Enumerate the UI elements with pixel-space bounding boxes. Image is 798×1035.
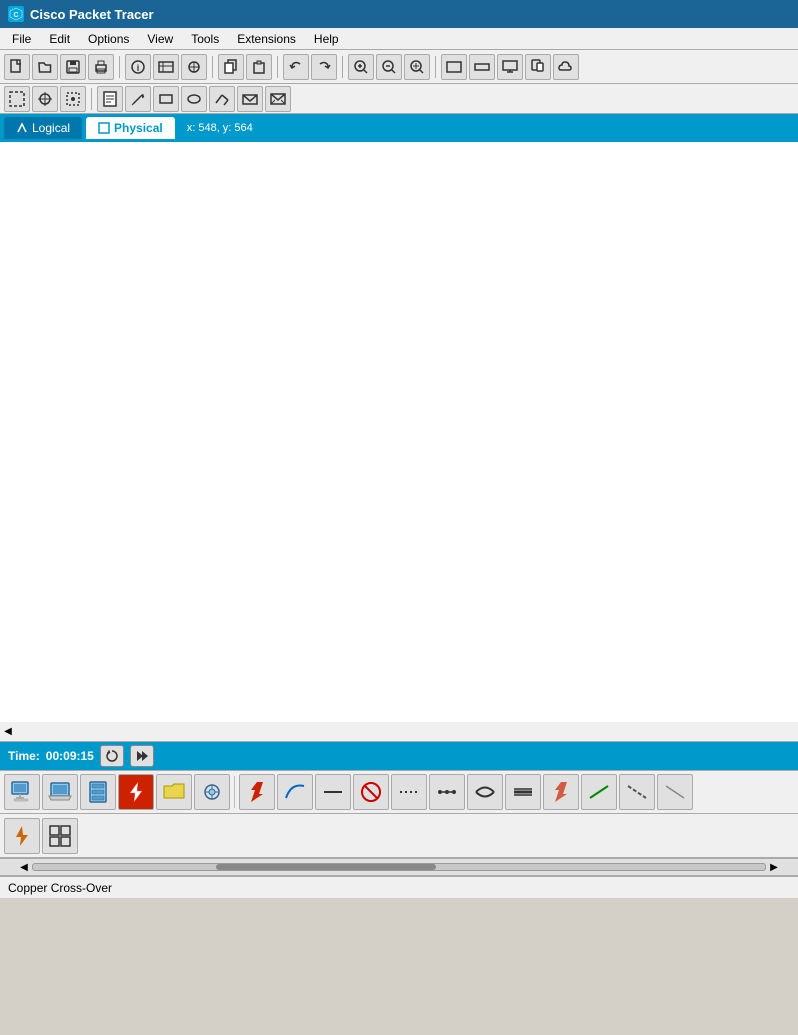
rect-draw-btn[interactable] xyxy=(153,86,179,112)
info-button[interactable]: i xyxy=(125,54,151,80)
envelope-btn[interactable] xyxy=(265,86,291,112)
toolbar2 xyxy=(0,84,798,114)
menu-tools[interactable]: Tools xyxy=(183,30,227,48)
canvas-scroll-area: ◀ xyxy=(0,722,798,742)
select-btn[interactable] xyxy=(4,86,30,112)
scroll-left-arrow[interactable]: ◀ xyxy=(0,724,16,740)
save-button[interactable] xyxy=(60,54,86,80)
ellipse-btn[interactable] xyxy=(181,86,207,112)
svg-text:i: i xyxy=(137,63,140,73)
menu-help[interactable]: Help xyxy=(306,30,347,48)
toolbar1: i xyxy=(0,50,798,84)
menu-edit[interactable]: Edit xyxy=(41,30,78,48)
hscroll-right[interactable]: ▶ xyxy=(766,859,782,875)
custom1-button[interactable] xyxy=(153,54,179,80)
status-label: Copper Cross-Over xyxy=(8,881,112,895)
rect-btn[interactable] xyxy=(441,54,467,80)
device-server-btn[interactable] xyxy=(80,774,116,810)
cable-stop-btn[interactable] xyxy=(353,774,389,810)
cable-toolbar xyxy=(0,770,798,814)
mail-btn[interactable] xyxy=(237,86,263,112)
poly-btn[interactable] xyxy=(209,86,235,112)
note-btn[interactable] xyxy=(97,86,123,112)
sep1 xyxy=(119,56,120,78)
paste-button[interactable] xyxy=(246,54,272,80)
monitor2-btn[interactable] xyxy=(525,54,551,80)
cable-fiber-btn[interactable] xyxy=(543,774,579,810)
cable-dotted-btn[interactable] xyxy=(391,774,427,810)
area-select-btn[interactable] xyxy=(60,86,86,112)
cable-curve-btn[interactable] xyxy=(277,774,313,810)
app-title: Cisco Packet Tracer xyxy=(30,7,154,22)
rect2-btn[interactable] xyxy=(469,54,495,80)
palette-grid[interactable] xyxy=(42,818,78,854)
time-label: Time: xyxy=(8,749,40,763)
cloud-btn[interactable] xyxy=(553,54,579,80)
zoom-in-button[interactable] xyxy=(348,54,374,80)
menubar: File Edit Options View Tools Extensions … xyxy=(0,28,798,50)
menu-view[interactable]: View xyxy=(139,30,181,48)
print-button[interactable] xyxy=(88,54,114,80)
hscrollbar: ◀ ▶ xyxy=(0,858,798,876)
menu-options[interactable]: Options xyxy=(80,30,137,48)
sep-t2 xyxy=(91,88,92,110)
device-lightning-btn[interactable] xyxy=(118,774,154,810)
copy-button[interactable] xyxy=(218,54,244,80)
time-value: 00:09:15 xyxy=(46,749,94,763)
cable-light-btn[interactable] xyxy=(657,774,693,810)
cable-auto-btn[interactable] xyxy=(239,774,275,810)
tab-logical[interactable]: Logical xyxy=(4,117,82,139)
tabbar: Logical Physical x: 548, y: 564 xyxy=(0,114,798,142)
sep3 xyxy=(277,56,278,78)
cable-coax-btn[interactable] xyxy=(505,774,541,810)
menu-file[interactable]: File xyxy=(4,30,39,48)
cable-straight-btn[interactable] xyxy=(315,774,351,810)
statusbar: Copper Cross-Over xyxy=(0,876,798,898)
svg-text:C: C xyxy=(13,12,18,19)
move-btn[interactable] xyxy=(32,86,58,112)
titlebar: C Cisco Packet Tracer xyxy=(0,0,798,28)
hscroll-track[interactable] xyxy=(32,863,766,871)
device-folder-btn[interactable] xyxy=(156,774,192,810)
play-btn[interactable] xyxy=(130,745,154,767)
device-laptop-btn[interactable] xyxy=(42,774,78,810)
zoom-reset-button[interactable] xyxy=(404,54,430,80)
device-pc-btn[interactable] xyxy=(4,774,40,810)
menu-extensions[interactable]: Extensions xyxy=(229,30,304,48)
tab-physical[interactable]: Physical xyxy=(86,117,175,139)
sep4 xyxy=(342,56,343,78)
custom2-button[interactable] xyxy=(181,54,207,80)
hscroll-thumb[interactable] xyxy=(216,864,436,870)
canvas[interactable]: PC-PT PC0 P... S RS 232 USB0 xyxy=(0,142,798,722)
monitor-btn[interactable] xyxy=(497,54,523,80)
hscroll-left[interactable]: ◀ xyxy=(16,859,32,875)
cable-dash2-btn[interactable] xyxy=(619,774,655,810)
new-button[interactable] xyxy=(4,54,30,80)
coordinates: x: 548, y: 564 xyxy=(187,122,253,134)
redo-button[interactable] xyxy=(311,54,337,80)
cable-section-divider xyxy=(234,776,235,808)
app-icon: C xyxy=(8,6,24,22)
pencil-btn[interactable] xyxy=(125,86,151,112)
device-palette xyxy=(0,814,798,858)
device-router-btn[interactable] xyxy=(194,774,230,810)
sep2 xyxy=(212,56,213,78)
zoom-out-button[interactable] xyxy=(376,54,402,80)
cable-phone-btn[interactable] xyxy=(467,774,503,810)
undo-button[interactable] xyxy=(283,54,309,80)
cable-green-btn[interactable] xyxy=(581,774,617,810)
reset-btn[interactable] xyxy=(100,745,124,767)
sep5 xyxy=(435,56,436,78)
connection-svg xyxy=(0,142,798,722)
open-button[interactable] xyxy=(32,54,58,80)
bottom-panel: Time: 00:09:15 xyxy=(0,742,798,770)
palette-lightning[interactable] xyxy=(4,818,40,854)
cable-serial-btn[interactable] xyxy=(429,774,465,810)
